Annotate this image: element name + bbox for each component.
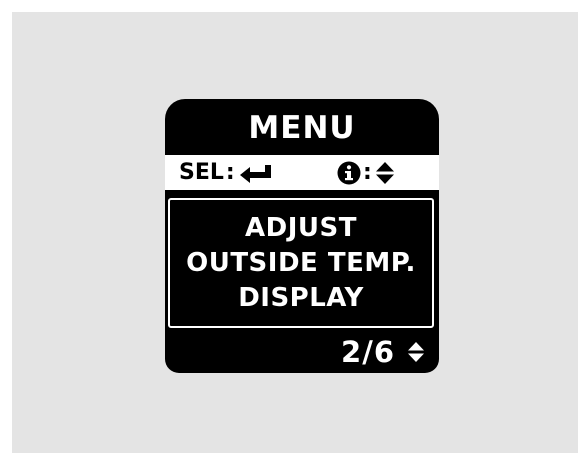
menu-item-line-1: ADJUST <box>245 212 357 243</box>
info-hint: : <box>337 155 395 190</box>
menu-item-line-3: DISPLAY <box>238 282 364 313</box>
up-down-arrows-icon <box>375 161 395 185</box>
info-icon <box>337 161 361 185</box>
enter-arrow-icon <box>238 163 278 183</box>
scroll-arrows-icon <box>407 341 425 363</box>
menu-item-content: ADJUST OUTSIDE TEMP. DISPLAY <box>168 198 434 328</box>
menu-item-line-2: OUTSIDE TEMP. <box>186 247 416 278</box>
page-indicator: 2/6 <box>341 335 395 369</box>
info-separator: : <box>363 160 372 185</box>
multi-info-display: MENU SEL :: ADJUST OUTSIDE TEMP. DISPLA… <box>165 99 439 373</box>
select-label: SEL <box>179 160 224 185</box>
page-background: MENU SEL :: ADJUST OUTSIDE TEMP. DISPLA… <box>12 12 578 453</box>
menu-footer: 2/6 <box>341 333 425 371</box>
select-hint: SEL : <box>179 155 278 190</box>
select-separator: : <box>225 160 235 185</box>
menu-title: MENU <box>248 110 356 146</box>
control-hint-bar: SEL : : <box>165 155 439 190</box>
